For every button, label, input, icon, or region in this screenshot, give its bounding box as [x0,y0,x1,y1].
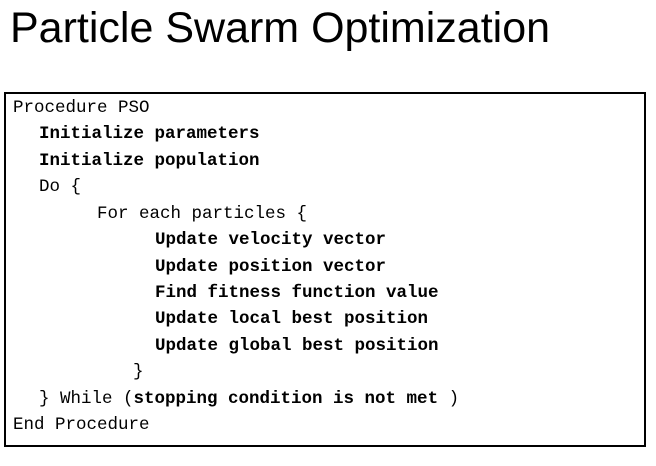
update-local-best-line: Update local best position [155,309,429,329]
pseudocode-box: Procedure PSO Initialize parameters Init… [4,92,646,447]
init-parameters-line: Initialize parameters [39,124,260,144]
for-close-brace: } [133,362,144,382]
procedure-header-line: Procedure PSO [13,98,150,118]
while-prefix: } While ( [39,389,134,409]
while-condition: stopping condition is not met [133,389,439,409]
for-each-line: For each particles { [97,204,308,224]
update-global-best-line: Update global best position [155,336,439,356]
find-fitness-line: Find fitness function value [155,283,439,303]
update-velocity-line: Update velocity vector [155,230,387,250]
do-open-line: Do { [39,177,82,197]
slide-title: Particle Swarm Optimization [10,4,551,52]
while-suffix: ) [438,389,460,409]
end-procedure-line: End Procedure [13,415,150,435]
update-position-line: Update position vector [155,257,387,277]
init-population-line: Initialize population [39,151,260,171]
while-line: } While (stopping condition is not met ) [39,388,459,410]
